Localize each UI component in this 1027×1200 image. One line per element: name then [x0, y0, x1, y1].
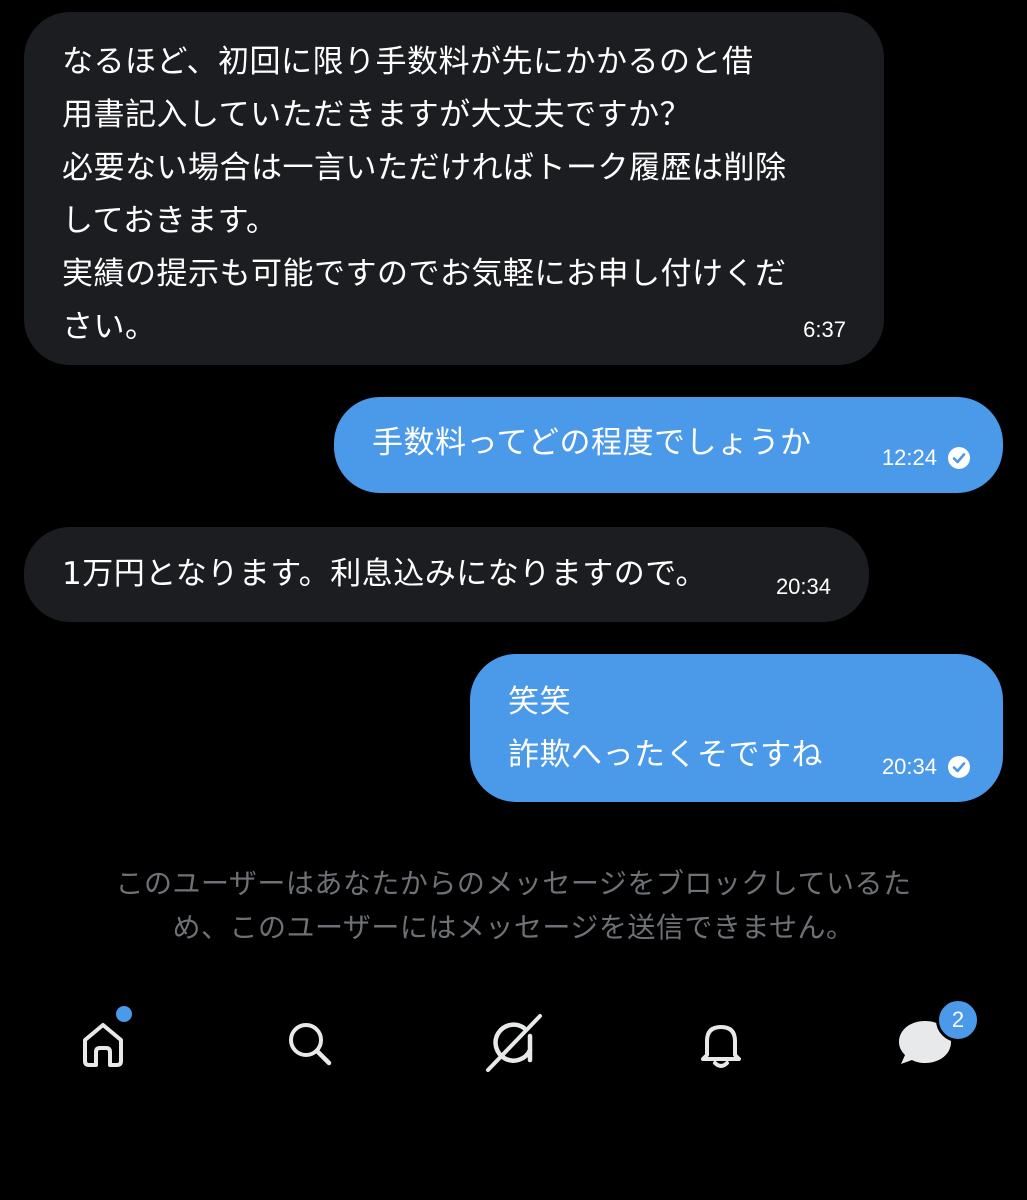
- bell-icon: [701, 1025, 741, 1068]
- message-bubble-outgoing[interactable]: 笑笑 詐欺へったくそですね 20:34: [470, 654, 1003, 802]
- notification-dot: [116, 1006, 132, 1022]
- message-bubble-incoming[interactable]: 1万円となります。利息込みになりますので。 20:34: [24, 527, 869, 622]
- message-meta: 20:34: [776, 574, 831, 600]
- bottom-tab-bar: 2: [0, 990, 1027, 1110]
- message-time: 20:34: [881, 754, 937, 779]
- message-time: 6:37: [803, 317, 846, 342]
- message-time: 20:34: [775, 574, 831, 599]
- search-icon: [289, 1023, 332, 1066]
- message-meta: 12:24: [882, 445, 971, 471]
- message-bubble-incoming[interactable]: なるほど、初回に限り手数料が先にかかるのと借 用書記入していただきますが大丈夫で…: [24, 12, 884, 365]
- message-text: 手数料ってどの程度でしょうか: [372, 425, 812, 461]
- message-meta: 20:34: [882, 754, 971, 780]
- tab-grok[interactable]: [480, 1008, 550, 1078]
- check-circle-icon: [948, 756, 970, 778]
- tab-home[interactable]: [68, 1006, 138, 1078]
- tab-notifications[interactable]: [686, 1008, 756, 1078]
- message-text: なるほど、初回に限り手数料が先にかかるのと借 用書記入していただきますが大丈夫で…: [62, 44, 787, 345]
- tab-search[interactable]: [274, 1008, 344, 1078]
- message-time: 12:24: [881, 445, 937, 470]
- message-meta: 6:37: [803, 317, 846, 343]
- message-text: 1万円となります。利息込みになりますので。: [62, 556, 707, 592]
- home-icon: [83, 1023, 123, 1067]
- unread-badge: 2: [936, 998, 980, 1042]
- grok-icon: [486, 1014, 542, 1072]
- message-text: 笑笑 詐欺へったくそですね: [508, 684, 823, 773]
- blocked-notice: このユーザーはあなたからのメッセージをブロックしているた め、このユーザーにはメ…: [115, 867, 912, 944]
- message-bubble-outgoing[interactable]: 手数料ってどの程度でしょうか 12:24: [334, 397, 1003, 493]
- tab-messages[interactable]: 2: [890, 998, 980, 1078]
- check-circle-icon: [948, 447, 970, 469]
